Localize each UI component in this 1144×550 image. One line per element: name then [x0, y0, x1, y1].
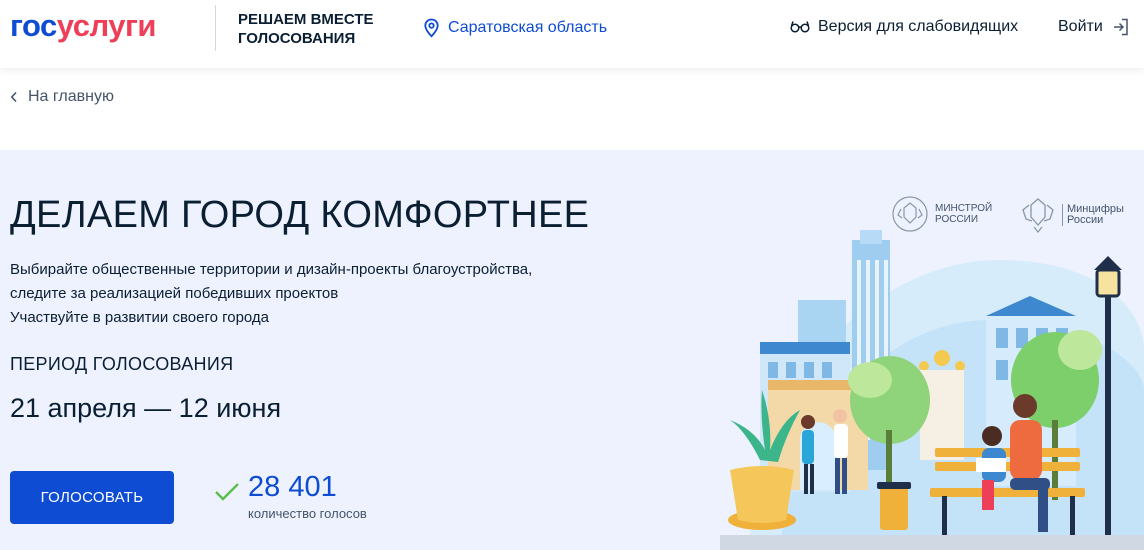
emblem-icon — [892, 196, 928, 232]
check-icon — [215, 483, 239, 501]
emblem-icon — [1022, 198, 1054, 234]
logo-part-uslugi: услуги — [56, 8, 157, 43]
gosuslugi-logo[interactable]: госуслуги — [10, 10, 156, 42]
voting-period: 21 апреля — 12 июня — [10, 393, 282, 423]
description-line: следите за реализацией победивших проект… — [10, 285, 339, 302]
header-divider — [215, 5, 216, 51]
period-label: ПЕРИОД ГОЛОСОВАНИЯ — [10, 354, 234, 374]
ministry-line: России — [1067, 214, 1104, 226]
chevron-left-icon — [10, 91, 17, 103]
back-to-main-link[interactable]: На главную — [10, 88, 114, 106]
location-pin-icon — [424, 18, 439, 38]
votes-count: 28 401 — [248, 471, 337, 503]
accessibility-label: Версия для слабовидящих — [818, 18, 1019, 35]
vote-button[interactable]: ГОЛОСОВАТЬ — [10, 471, 174, 524]
project-title[interactable]: РЕШАЕМ ВМЕСТЕ ГОЛОСОВАНИЯ — [238, 10, 398, 48]
glasses-icon — [790, 21, 810, 33]
page-title: ДЕЛАЕМ ГОРОД КОМФОРТНЕЕ — [10, 194, 590, 236]
votes-counter: 28 401 количество голосов — [214, 470, 367, 521]
back-label: На главную — [28, 88, 114, 105]
minstroy-logo: МИНСТРОЙ РОССИИ — [891, 195, 992, 233]
accessibility-link[interactable]: Версия для слабовидящих — [790, 18, 1018, 36]
hero-description: Выбирайте общественные территории и диза… — [10, 258, 532, 330]
description-line: Выбирайте общественные территории и диза… — [10, 261, 533, 278]
region-selector[interactable]: Саратовская область — [423, 18, 607, 38]
votes-label: количество голосов — [248, 506, 367, 521]
top-header: госуслуги РЕШАЕМ ВМЕСТЕ ГОЛОСОВАНИЯ Сара… — [0, 0, 1144, 68]
logo-part-gos: гос — [10, 8, 57, 43]
region-label: Саратовская область — [448, 19, 608, 36]
mincifry-logo: Минцифры России — [1020, 195, 1124, 235]
city-park-illustration — [720, 230, 1144, 550]
ministry-line: МИНСТРОЙ — [935, 203, 993, 214]
hero-banner: ДЕЛАЕМ ГОРОД КОМФОРТНЕЕ Выбирайте общест… — [0, 150, 1144, 550]
login-label: Войти — [1058, 18, 1103, 35]
login-button[interactable]: Войти — [1058, 18, 1129, 36]
description-line: Участвуйте в развитии своего города — [10, 309, 270, 326]
ministry-line: РОССИИ — [935, 214, 979, 225]
login-arrow-icon — [1113, 18, 1128, 36]
